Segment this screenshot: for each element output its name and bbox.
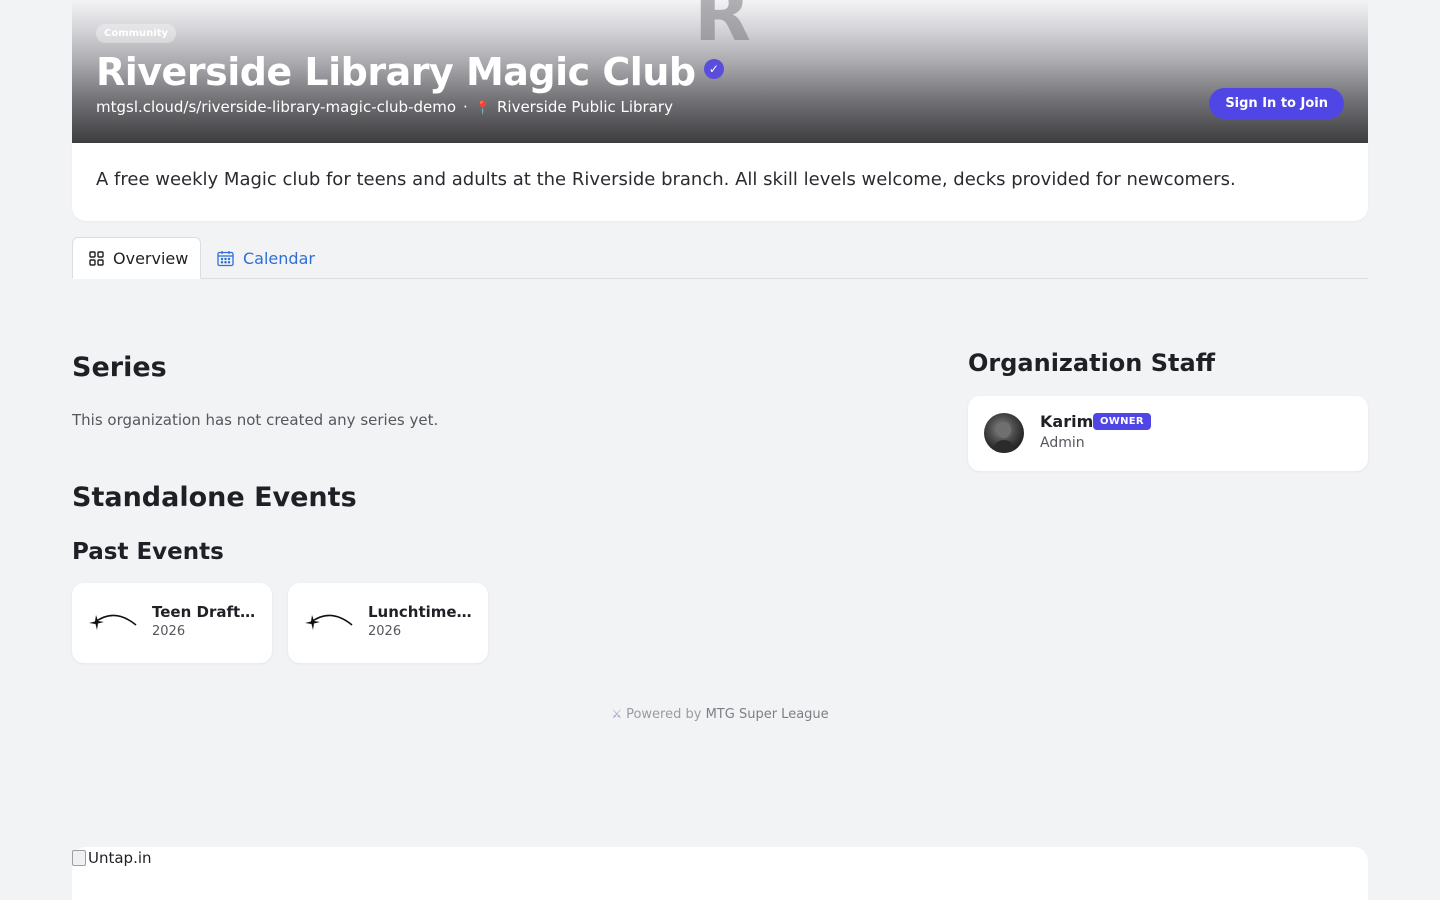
map-pin-icon: 📍	[474, 101, 491, 116]
shooting-star-icon	[304, 609, 354, 639]
staff-role: Admin	[1040, 435, 1085, 451]
event-year: 2026	[152, 624, 186, 639]
org-name: Riverside Library Magic Club	[96, 50, 696, 94]
untap-image-alt: Untap.in	[88, 849, 152, 867]
powered-brand-link[interactable]: MTG Super League	[706, 707, 829, 722]
event-card[interactable]: Teen Draft ... 2026	[72, 583, 272, 663]
org-meta: mtgsl.cloud/s/riverside-library-magic-cl…	[96, 96, 673, 120]
grid-icon	[89, 250, 104, 266]
series-heading: Series	[72, 352, 167, 383]
event-name: Lunchtime ...	[368, 603, 474, 621]
tab-calendar-label: Calendar	[243, 248, 315, 268]
owner-badge: OWNER	[1093, 413, 1151, 430]
crossed-swords-icon: ⚔	[611, 707, 623, 721]
series-empty-text: This organization has not created any se…	[72, 411, 439, 429]
tab-overview-label: Overview	[113, 248, 189, 268]
org-url[interactable]: mtgsl.cloud/s/riverside-library-magic-cl…	[96, 98, 456, 116]
banner-letter: R	[694, 0, 751, 58]
powered-by-footer: ⚔ Powered by MTG Super League	[0, 707, 1440, 722]
org-location: Riverside Public Library	[496, 98, 673, 116]
organization-staff-heading: Organization Staff	[968, 349, 1216, 377]
verified-badge-icon: ✓	[703, 58, 724, 79]
standalone-events-heading: Standalone Events	[72, 482, 357, 513]
event-year: 2026	[368, 624, 402, 639]
tab-overview[interactable]: Overview	[72, 237, 201, 279]
avatar	[984, 413, 1024, 453]
category-chip: Community	[96, 24, 177, 43]
past-events-heading: Past Events	[72, 539, 224, 565]
org-banner: R Community Riverside Library Magic Club…	[72, 0, 1368, 143]
powered-prefix: Powered by	[626, 707, 702, 722]
tab-bar: Overview Calendar	[72, 237, 1368, 279]
broken-image-icon	[72, 850, 86, 866]
org-description: A free weekly Magic club for teens and a…	[72, 143, 1368, 221]
untap-broken-image[interactable]: Untap.in	[72, 849, 152, 867]
tab-calendar[interactable]: Calendar	[217, 237, 315, 279]
event-card[interactable]: Lunchtime ... 2026	[288, 583, 488, 663]
calendar-icon	[217, 250, 234, 267]
shooting-star-icon	[88, 609, 138, 639]
staff-name: Karim	[1040, 412, 1094, 431]
event-name: Teen Draft ...	[152, 603, 258, 621]
page-title: Riverside Library Magic Club ✓	[96, 48, 724, 96]
sign-in-to-join-button[interactable]: Sign In to Join	[1209, 88, 1344, 119]
staff-member-card[interactable]: Karim OWNER Admin	[968, 396, 1368, 471]
bottom-card	[72, 847, 1368, 900]
meta-separator: ·	[463, 98, 468, 116]
